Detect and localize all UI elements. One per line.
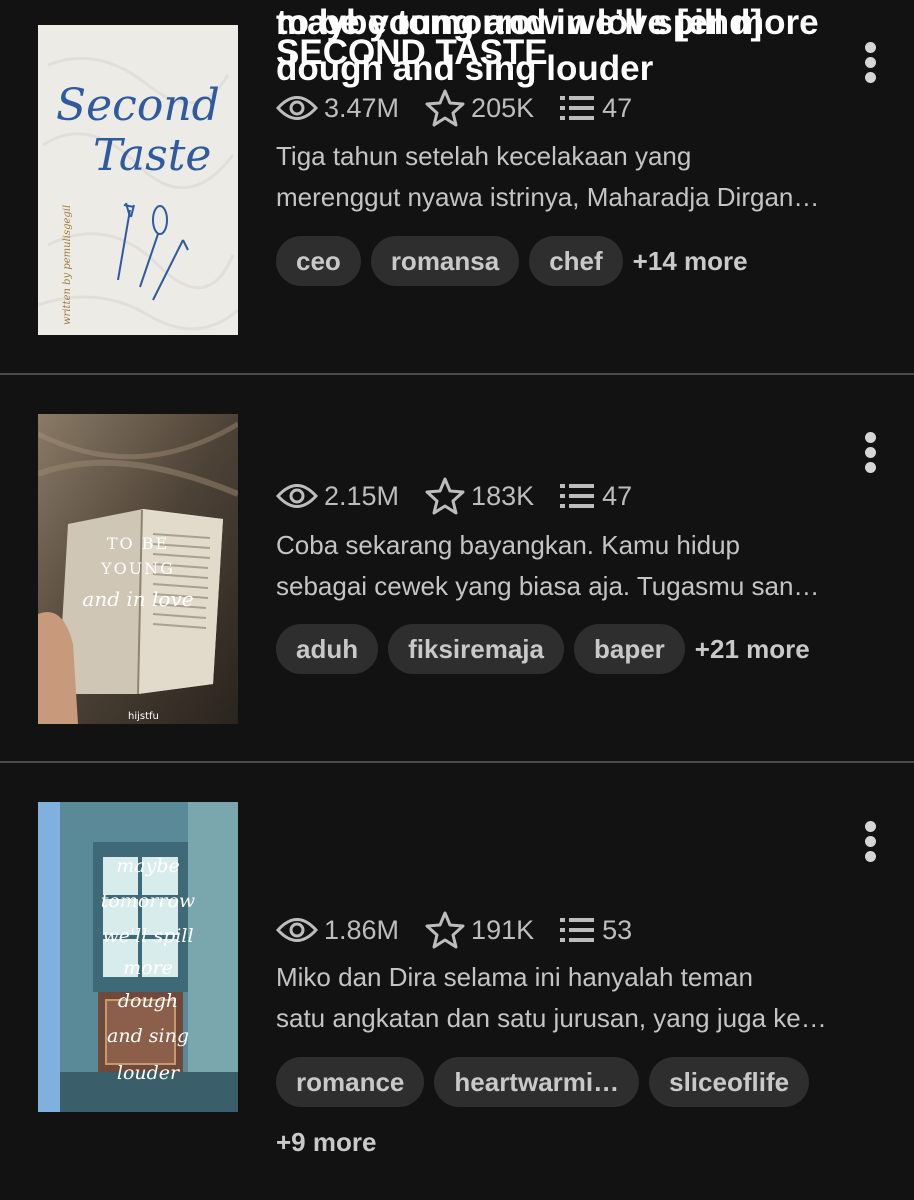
tag-chip[interactable]: romance [276, 1057, 425, 1107]
votes-stat: 205K [425, 89, 534, 127]
views-stat: 3.47M [276, 93, 399, 124]
story-stats: 1.86M 191K 53 [276, 910, 658, 950]
tag-list: romance heartwarmi… sliceoflife [276, 1057, 896, 1107]
tag-chip[interactable]: romansa [370, 236, 520, 286]
cover-title-text: maybe [116, 855, 180, 877]
cover-title-text-4: more [123, 957, 173, 979]
list-icon [560, 484, 595, 508]
views-stat: 2.15M [276, 481, 399, 512]
cover-title-text-3: and in love [82, 587, 193, 611]
parts-count: 47 [602, 480, 633, 511]
cover-title-text-2: tomorrow [101, 890, 195, 912]
book-cover[interactable]: Second Taste written by pemulisgegil [38, 25, 238, 335]
tag-chip[interactable]: heartwarmi… [434, 1057, 640, 1107]
cover-art: TO BE YOUNG and in love hijstfu [38, 414, 238, 724]
star-icon [425, 89, 465, 127]
more-vertical-icon[interactable] [860, 821, 882, 865]
cover-title-text-7: louder [117, 1062, 181, 1084]
book-cover[interactable]: TO BE YOUNG and in love hijstfu [38, 414, 238, 724]
list-icon [560, 918, 595, 942]
tag-chip[interactable]: baper [573, 624, 685, 674]
tag-chip[interactable]: ceo [276, 236, 361, 286]
votes-stat: 183K [425, 477, 534, 515]
tag-list: aduh fiksiremaja baper +21 more [276, 624, 896, 674]
eye-icon [276, 918, 318, 942]
eye-icon [276, 484, 318, 508]
more-tags-link[interactable]: +9 more [276, 1127, 376, 1158]
cover-art: Second Taste written by pemulisgegil [38, 25, 238, 335]
cover-art: maybe tomorrow we'll spill more dough an… [38, 802, 238, 1112]
tag-chip[interactable]: fiksiremaja [388, 624, 564, 674]
views-count: 2.15M [324, 480, 400, 511]
more-tags-link[interactable]: +21 more [695, 634, 810, 665]
cover-title-text-5: dough [118, 990, 178, 1012]
views-stat: 1.86M [276, 915, 399, 946]
story-title-line: maybe tomorrow we’ll spill more [276, 3, 819, 42]
story-description: Miko dan Dira selama ini hanyalah teman … [276, 957, 876, 1039]
description-line: Miko dan Dira selama ini hanyalah teman [276, 962, 753, 992]
votes-stat: 191K [425, 911, 534, 949]
parts-stat: 47 [560, 481, 632, 512]
tag-list: ceo romansa chef +14 more [276, 236, 896, 286]
parts-count: 53 [602, 914, 633, 945]
more-tags-link[interactable]: +14 more [633, 246, 748, 277]
parts-count: 47 [602, 92, 633, 123]
cover-title-text-2: YOUNG [100, 559, 175, 578]
parts-stat: 47 [560, 93, 632, 124]
cover-title-text: TO BE [107, 534, 169, 553]
description-line: Coba sekarang bayangkan. Kamu hidup [276, 530, 740, 560]
cover-title-text-2: Taste [93, 130, 211, 181]
views-count: 1.86M [324, 914, 400, 945]
story-description: Tiga tahun setelah kecelakaan yang meren… [276, 136, 876, 218]
views-count: 3.47M [324, 92, 400, 123]
story-stats: 3.47M 205K 47 [276, 88, 658, 128]
cover-title-text-3: we'll spill [102, 925, 193, 947]
tag-chip[interactable]: sliceoflife [649, 1057, 810, 1107]
eye-icon [276, 96, 318, 120]
description-line: satu angkatan dan satu jurusan, yang jug… [276, 1003, 827, 1033]
tag-chip[interactable]: chef [529, 236, 623, 286]
description-line: merenggut nyawa istrinya, Maharadja Dirg… [276, 182, 820, 212]
list-icon [560, 96, 595, 120]
description-line: Tiga tahun setelah kecelakaan yang [276, 141, 692, 171]
cover-author-text: hijstfu [128, 711, 159, 722]
parts-stat: 53 [560, 915, 632, 946]
divider [0, 761, 914, 763]
star-icon [425, 477, 465, 515]
more-vertical-icon[interactable] [860, 432, 882, 476]
cover-title-text-6: and sing [107, 1025, 189, 1047]
divider [0, 373, 914, 375]
story-description: Coba sekarang bayangkan. Kamu hidup seba… [276, 525, 876, 607]
cover-title-text: Second [56, 80, 220, 131]
votes-count: 191K [471, 914, 535, 945]
description-line: sebagai cewek yang biasa aja. Tugasmu sa… [276, 571, 820, 601]
story-title[interactable]: maybe tomorrow we’ll spill more dough an… [276, 0, 836, 92]
star-icon [425, 911, 465, 949]
story-stats: 2.15M 183K 47 [276, 476, 658, 516]
story-title-line: dough and sing louder [276, 49, 654, 88]
votes-count: 183K [471, 480, 535, 511]
votes-count: 205K [471, 92, 535, 123]
cover-author-text: written by pemulisgegil [62, 205, 73, 325]
book-cover[interactable]: maybe tomorrow we'll spill more dough an… [38, 802, 238, 1112]
tag-chip[interactable]: aduh [276, 624, 379, 674]
more-vertical-icon[interactable] [860, 42, 882, 86]
